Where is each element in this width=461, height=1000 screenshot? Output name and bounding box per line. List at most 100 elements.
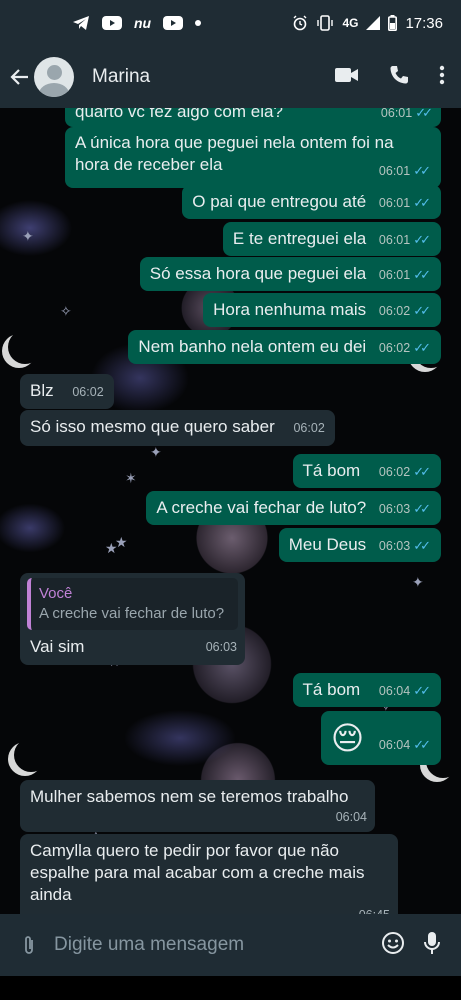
message-time: 06:01 <box>378 164 411 178</box>
message-input-bar <box>0 914 461 976</box>
message-time: 06:45 <box>359 904 390 914</box>
message-text: Só isso mesmo que quero saber <box>30 417 275 436</box>
message-bubble-incoming[interactable]: Mulher sabemos nem se teremos trabalho 0… <box>20 780 375 832</box>
message-text: A creche vai fechar de luto? <box>156 498 367 517</box>
youtube-icon <box>163 16 184 30</box>
message-text: O pai que entregou até <box>192 192 367 211</box>
read-ticks-icon: ✓✓ <box>413 232 431 247</box>
message-bubble-outgoing[interactable]: Meu Deus 06:03 ✓✓ <box>278 528 441 562</box>
message-bubble-outgoing[interactable]: A creche vai fechar de luto? 06:03 ✓✓ <box>146 491 441 525</box>
message-bubble-outgoing[interactable]: O pai que entregou até 06:01 ✓✓ <box>182 185 441 219</box>
read-ticks-icon: ✓✓ <box>413 683 431 698</box>
read-ticks-icon: ✓✓ <box>413 464 431 479</box>
message-text: Nem banho nela ontem eu dei <box>138 337 367 356</box>
message-time: 06:04 <box>378 738 411 752</box>
message-bubble-outgoing[interactable]: quarto vc fez algo com ela? 06:01 ✓✓ <box>65 108 441 127</box>
vibrate-icon <box>316 15 334 31</box>
telegram-icon <box>72 15 90 31</box>
clock: 17:36 <box>405 14 443 32</box>
network-type: 4G <box>342 16 359 30</box>
message-text: quarto vc fez algo com ela? <box>75 108 283 121</box>
attach-button[interactable] <box>14 934 44 956</box>
message-text: Blz <box>30 381 54 400</box>
voice-message-button[interactable] <box>423 931 441 960</box>
avatar[interactable] <box>34 57 74 97</box>
message-time: 06:01 <box>378 268 411 282</box>
contact-name[interactable]: Marina <box>92 66 335 88</box>
message-time: 06:02 <box>378 304 411 318</box>
message-text: Só essa hora que peguei ela <box>149 264 367 283</box>
message-text: Mulher sabemos nem se teremos trabalho <box>30 787 349 806</box>
read-ticks-icon: ✓✓ <box>413 163 431 178</box>
message-bubble-outgoing[interactable]: Hora nenhuma mais 06:02 ✓✓ <box>203 293 441 327</box>
video-call-button[interactable] <box>335 67 359 88</box>
system-nav-bar <box>0 976 461 1000</box>
message-time: 06:01 <box>380 108 413 120</box>
menu-button[interactable] <box>439 65 445 90</box>
back-button[interactable] <box>4 68 34 86</box>
read-ticks-icon: ✓✓ <box>413 501 431 516</box>
microphone-icon <box>424 931 440 954</box>
message-text: Vai sim <box>30 637 85 656</box>
message-text: Tá bom <box>302 461 361 480</box>
paperclip-icon <box>25 936 33 954</box>
nubank-icon: nu <box>134 15 152 31</box>
message-time: 06:02 <box>378 465 411 479</box>
message-text: Hora nenhuma mais <box>213 300 367 319</box>
message-bubble-outgoing[interactable]: 😔 06:04 ✓✓ <box>320 711 441 765</box>
read-ticks-icon: ✓✓ <box>413 267 431 282</box>
emoji-button[interactable] <box>381 931 405 960</box>
message-text: Camylla quero te pedir por favor que não… <box>30 841 365 904</box>
read-ticks-icon: ✓✓ <box>413 195 431 210</box>
message-time: 06:03 <box>378 539 411 553</box>
quoted-message[interactable]: Você A creche vai fechar de luto? <box>27 578 238 630</box>
signal-icon <box>366 16 381 30</box>
message-bubble-outgoing[interactable]: Nem banho nela ontem eu dei 06:02 ✓✓ <box>128 330 441 364</box>
message-time: 06:04 <box>335 810 367 824</box>
alarm-icon <box>292 15 308 31</box>
youtube-icon <box>102 16 122 30</box>
message-bubble-outgoing[interactable]: Só essa hora que peguei ela 06:01 ✓✓ <box>139 257 441 291</box>
message-bubble-incoming[interactable]: Blz 06:02 <box>20 374 114 409</box>
message-input[interactable] <box>54 934 381 956</box>
voice-call-button[interactable] <box>389 65 409 90</box>
chat-header: Marina <box>0 46 461 108</box>
smiley-icon <box>382 931 404 954</box>
message-text: Meu Deus <box>288 535 367 554</box>
message-time: 06:01 <box>378 196 411 210</box>
video-camera-icon <box>335 67 358 82</box>
battery-icon <box>388 15 398 31</box>
message-time: 06:02 <box>293 421 325 435</box>
message-bubble-incoming[interactable]: Você A creche vai fechar de luto? Vai si… <box>20 573 245 665</box>
read-ticks-icon: ✓✓ <box>413 737 431 752</box>
message-bubble-outgoing[interactable]: Tá bom 06:04 ✓✓ <box>292 673 441 707</box>
sad-face-emoji: 😔 <box>330 720 365 756</box>
message-bubble-outgoing[interactable]: A única hora que peguei nela ontem foi n… <box>65 127 441 188</box>
arrow-left-icon <box>10 69 28 85</box>
message-text: E te entreguei ela <box>232 229 367 248</box>
message-text: Tá bom <box>302 680 361 699</box>
read-ticks-icon: ✓✓ <box>413 340 431 355</box>
quoted-author: Você <box>39 585 73 602</box>
read-ticks-icon: ✓✓ <box>413 303 431 318</box>
status-bar: nu 4G 17:36 <box>0 0 461 46</box>
message-time: 06:02 <box>378 341 411 355</box>
message-time: 06:03 <box>205 640 237 654</box>
message-time: 06:03 <box>378 502 411 516</box>
notification-icons: nu <box>72 15 292 31</box>
read-ticks-icon: ✓✓ <box>415 108 433 120</box>
message-time: 06:02 <box>72 385 104 399</box>
message-text: A única hora que peguei nela ontem foi n… <box>75 133 394 174</box>
more-vert-icon <box>439 65 445 84</box>
message-bubble-outgoing[interactable]: Tá bom 06:02 ✓✓ <box>292 454 441 488</box>
read-ticks-icon: ✓✓ <box>413 538 431 553</box>
quoted-text: A creche vai fechar de luto? <box>39 605 225 622</box>
message-bubble-incoming[interactable]: Camylla quero te pedir por favor que não… <box>20 834 398 914</box>
message-bubble-incoming[interactable]: Só isso mesmo que quero saber 06:02 <box>20 410 335 446</box>
more-notifications-dot-icon <box>195 20 202 26</box>
message-time: 06:04 <box>378 684 411 698</box>
message-time: 06:01 <box>378 233 411 247</box>
message-bubble-outgoing[interactable]: E te entreguei ela 06:01 ✓✓ <box>222 222 441 256</box>
phone-icon <box>390 65 408 83</box>
chat-area[interactable]: ✦ ✶ ✦ ★ ★ ★ ✦ ✧ ✧ ✧ quarto vc fez algo c… <box>0 108 461 914</box>
